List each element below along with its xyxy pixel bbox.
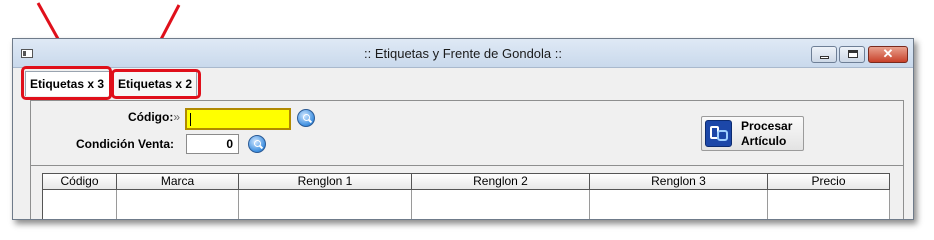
table-cell[interactable]	[590, 190, 768, 219]
highlight-box	[111, 69, 201, 99]
maximize-icon	[848, 50, 858, 58]
close-button[interactable]: ✕	[868, 46, 908, 63]
minimize-icon	[820, 56, 829, 59]
column-header-precio[interactable]: Precio	[768, 174, 890, 190]
column-header-renglon-2[interactable]: Renglon 2	[412, 174, 590, 190]
column-header-renglon-1[interactable]: Renglon 1	[239, 174, 412, 190]
minimize-button[interactable]	[811, 46, 837, 63]
column-header-codigo[interactable]: Código	[43, 174, 117, 190]
articles-table[interactable]: Código Marca Renglon 1 Renglon 2 Renglon…	[42, 173, 890, 219]
table-cell[interactable]	[117, 190, 239, 219]
codigo-label: Código:»	[128, 110, 181, 124]
condicion-venta-label: Condición Venta:	[76, 137, 175, 151]
window-title: :: Etiquetas y Frente de Gondola ::	[363, 46, 562, 61]
table-cell[interactable]	[43, 190, 117, 219]
codigo-input[interactable]	[185, 108, 291, 130]
search-icon[interactable]	[297, 109, 315, 127]
procesar-articulo-button[interactable]: Procesar Artículo	[701, 116, 804, 151]
condicion-venta-input[interactable]: 0	[186, 134, 239, 154]
main-window: :: Etiquetas y Frente de Gondola :: ✕ Et…	[12, 38, 914, 220]
table-cell[interactable]	[412, 190, 590, 219]
column-header-renglon-3[interactable]: Renglon 3	[590, 174, 768, 190]
divider	[31, 165, 903, 166]
maximize-button[interactable]	[839, 46, 865, 63]
highlight-box	[21, 66, 112, 100]
table-cell[interactable]	[239, 190, 412, 219]
close-icon: ✕	[882, 46, 894, 61]
table-cell[interactable]	[768, 190, 890, 219]
tab-panel: Código:» Condición Venta: 0 Procesar Art…	[30, 100, 904, 219]
search-icon[interactable]	[248, 135, 266, 153]
column-header-marca[interactable]: Marca	[117, 174, 239, 190]
procesar-articulo-label: Procesar Artículo	[741, 119, 793, 148]
title-bar[interactable]: :: Etiquetas y Frente de Gondola :: ✕	[13, 39, 913, 68]
process-article-icon	[705, 120, 732, 147]
